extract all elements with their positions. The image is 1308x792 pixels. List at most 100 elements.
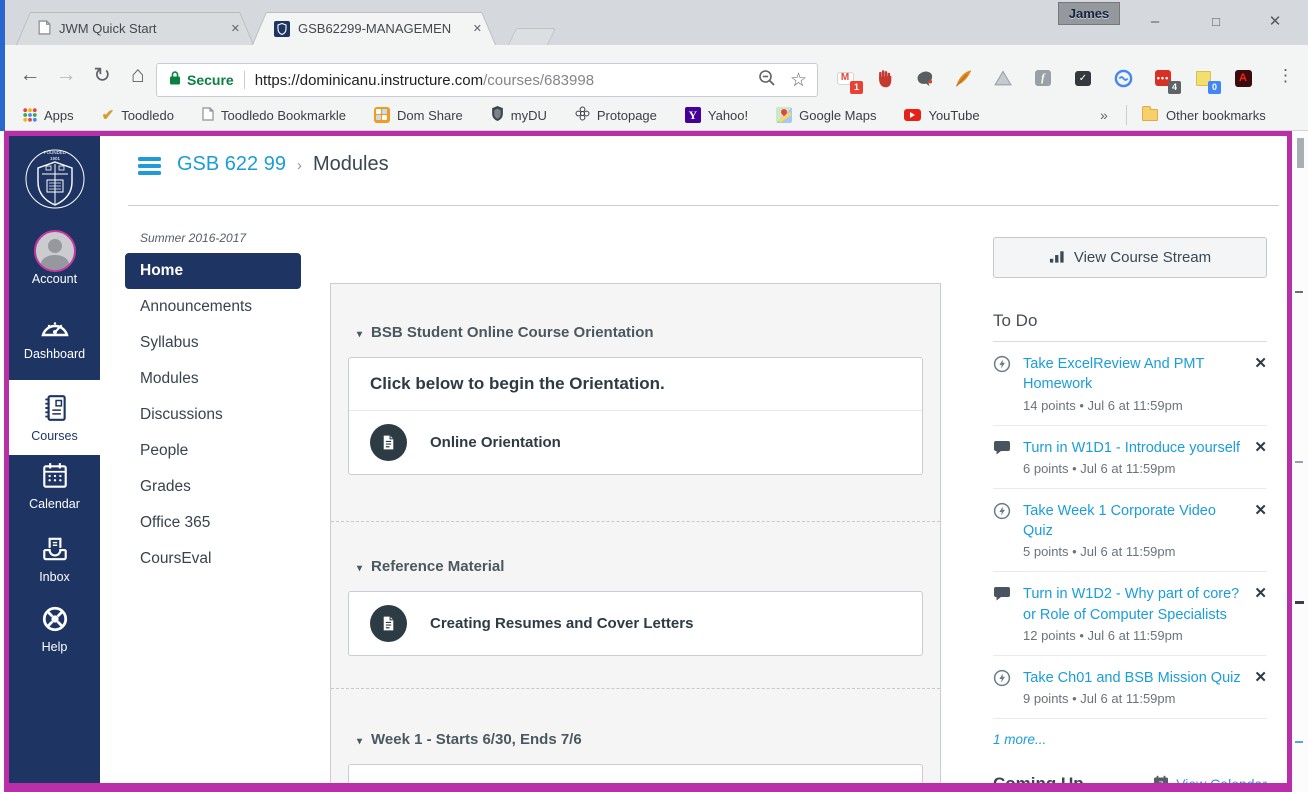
module-item[interactable]: Creating Resumes and Cover Letters [349,592,922,655]
back-button[interactable]: ← [16,63,44,87]
tab-gsb62299[interactable]: GSB62299-MANAGEMEN ✕ [252,12,496,45]
extension-feather-icon[interactable] [951,67,975,89]
module-item-link[interactable]: Creating Resumes and Cover Letters [430,615,693,632]
desktop-edge-strip [0,0,5,131]
home-button[interactable]: ⌂ [124,61,152,88]
module-divider [331,688,940,689]
breadcrumb-course-link[interactable]: GSB 622 99 [177,153,286,176]
course-nav-home[interactable]: Home [125,253,301,289]
tab-jwm-quick-start[interactable]: JWM Quick Start ✕ [16,12,254,45]
bookmark-google-maps[interactable]: Google Maps [767,107,885,123]
calendar-icon [9,458,100,494]
module-section-header[interactable]: ▾BSB Student Online Course Orientation [357,324,914,341]
svg-text:FOUNDED: FOUNDED [43,150,66,155]
bookmark-dom-share[interactable]: Dom Share [365,107,472,123]
course-nav-office365[interactable]: Office 365 [125,505,301,541]
dismiss-x-icon[interactable]: ✕ [1254,584,1267,643]
module-item-link[interactable]: Online Orientation [430,434,561,451]
window-close-button[interactable]: ✕ [1251,6,1299,36]
extension-notes-icon[interactable]: 0 [1191,67,1215,89]
forward-button[interactable]: → [52,63,80,87]
course-nav-syllabus[interactable]: Syllabus [125,325,301,361]
module-item[interactable]: Online Orientation [349,411,922,474]
bookmark-mydu[interactable]: myDU [482,106,556,124]
tab-close-icon[interactable]: ✕ [473,22,482,35]
extension-gmail-icon[interactable]: M1 [833,67,857,89]
dismiss-x-icon[interactable]: ✕ [1254,438,1267,476]
capture-highlight-frame: FOUNDED 1901 Account Dashboard [4,131,1292,792]
bookmark-apps[interactable]: Apps [14,108,83,123]
sidebar-item-help[interactable]: Help [9,601,100,654]
todo-link[interactable]: Take Week 1 Corporate Video Quiz [1023,501,1244,542]
apps-grid-icon [23,108,37,122]
extension-flash-icon[interactable]: f [1031,67,1055,89]
todo-link[interactable]: Take Ch01 and BSB Mission Quiz [1023,668,1244,688]
bookmark-toodledo[interactable]: ✔ Toodledo [93,106,183,124]
todo-link[interactable]: Turn in W1D2 - Why part of core? or Role… [1023,584,1244,625]
course-nav-discussions[interactable]: Discussions [125,397,301,433]
browser-menu-icon[interactable]: ⋮ [1277,66,1294,86]
modules-panel: ▾BSB Student Online Course Orientation C… [330,283,941,792]
sidebar-item-inbox[interactable]: Inbox [9,531,100,584]
dismiss-x-icon[interactable]: ✕ [1254,668,1267,706]
quiz-icon [993,354,1013,413]
extension-drive-icon[interactable] [991,67,1015,89]
mini-calendar-icon: 7 [1153,775,1169,792]
bookmark-youtube[interactable]: YouTube [895,108,988,123]
header-divider [128,205,1279,206]
todo-item: Turn in W1D2 - Why part of core? or Role… [993,572,1267,656]
url-text[interactable]: https://dominicanu.instructure.com/cours… [255,72,750,89]
scrollbar-thumb[interactable] [1297,138,1304,168]
browser-profile-button[interactable]: James [1058,2,1120,25]
dominican-university-crest[interactable]: FOUNDED 1901 [22,144,88,219]
dismiss-x-icon[interactable]: ✕ [1254,354,1267,413]
todo-heading: To Do [993,311,1267,342]
bookmark-star-icon[interactable]: ☆ [790,71,807,90]
extension-sync-icon[interactable] [1111,67,1135,89]
course-nav-modules[interactable]: Modules [125,361,301,397]
zoom-out-icon[interactable] [758,69,776,92]
course-sidebar: View Course Stream To Do Take ExcelRevie… [993,237,1267,792]
tab-close-icon[interactable]: ✕ [231,22,240,35]
reload-button[interactable]: ↻ [88,63,116,88]
sidebar-item-calendar[interactable]: Calendar [9,458,100,511]
bookmark-toodledo-bookmarklet[interactable]: Toodledo Bookmarkle [193,107,355,124]
course-nav-grades[interactable]: Grades [125,469,301,505]
avatar-icon [34,230,76,272]
todo-more-link[interactable]: 1 more... [993,732,1267,747]
folder-icon [1142,109,1158,121]
sidebar-item-account[interactable]: Account [9,233,100,286]
sidebar-item-courses[interactable]: Courses [9,380,100,455]
secure-label: Secure [187,72,234,88]
extension-acrobat-icon[interactable]: A [1231,67,1255,89]
course-nav-announcements[interactable]: Announcements [125,289,301,325]
todo-link[interactable]: Turn in W1D1 - Introduce yourself [1023,438,1244,458]
extension-stop-hand-icon[interactable] [873,67,897,89]
sidebar-item-dashboard[interactable]: Dashboard [9,308,100,361]
bookmark-protopage[interactable]: Protopage [566,106,666,124]
extension-grid-icon[interactable]: •••4 [1151,67,1175,89]
course-nav-courseval[interactable]: CoursEval [125,541,301,577]
dismiss-x-icon[interactable]: ✕ [1254,501,1267,560]
extension-inbox-check-icon[interactable]: ✓ [1071,67,1095,89]
breadcrumb: GSB 622 99 › Modules [177,153,389,176]
address-bar[interactable]: Secure https://dominicanu.instructure.co… [156,63,818,97]
course-nav-hamburger-icon[interactable] [138,157,161,178]
window-maximize-button[interactable]: □ [1192,6,1240,36]
module-section-header[interactable]: ▾Week 1 - Starts 6/30, Ends 7/6 [357,731,914,748]
bookmarks-overflow-chevron[interactable]: » [1100,100,1108,130]
dom-share-icon [374,107,390,123]
breadcrumb-separator: › [297,157,302,174]
page-item-icon [370,424,407,461]
todo-link[interactable]: Take ExcelReview And PMT Homework [1023,354,1244,395]
window-minimize-button[interactable]: – [1131,6,1179,36]
new-tab-button[interactable] [508,28,556,45]
module-section-header[interactable]: ▾Reference Material [357,558,914,575]
course-nav-people[interactable]: People [125,433,301,469]
view-calendar-link[interactable]: 7 View Calendar [1153,775,1267,792]
extension-evernote-icon[interactable] [913,67,937,89]
bookmark-yahoo[interactable]: Y Yahoo! [676,107,757,123]
view-course-stream-button[interactable]: View Course Stream [993,237,1267,278]
other-bookmarks-button[interactable]: Other bookmarks [1142,100,1266,130]
coming-up-heading: Coming Up [993,774,1084,792]
